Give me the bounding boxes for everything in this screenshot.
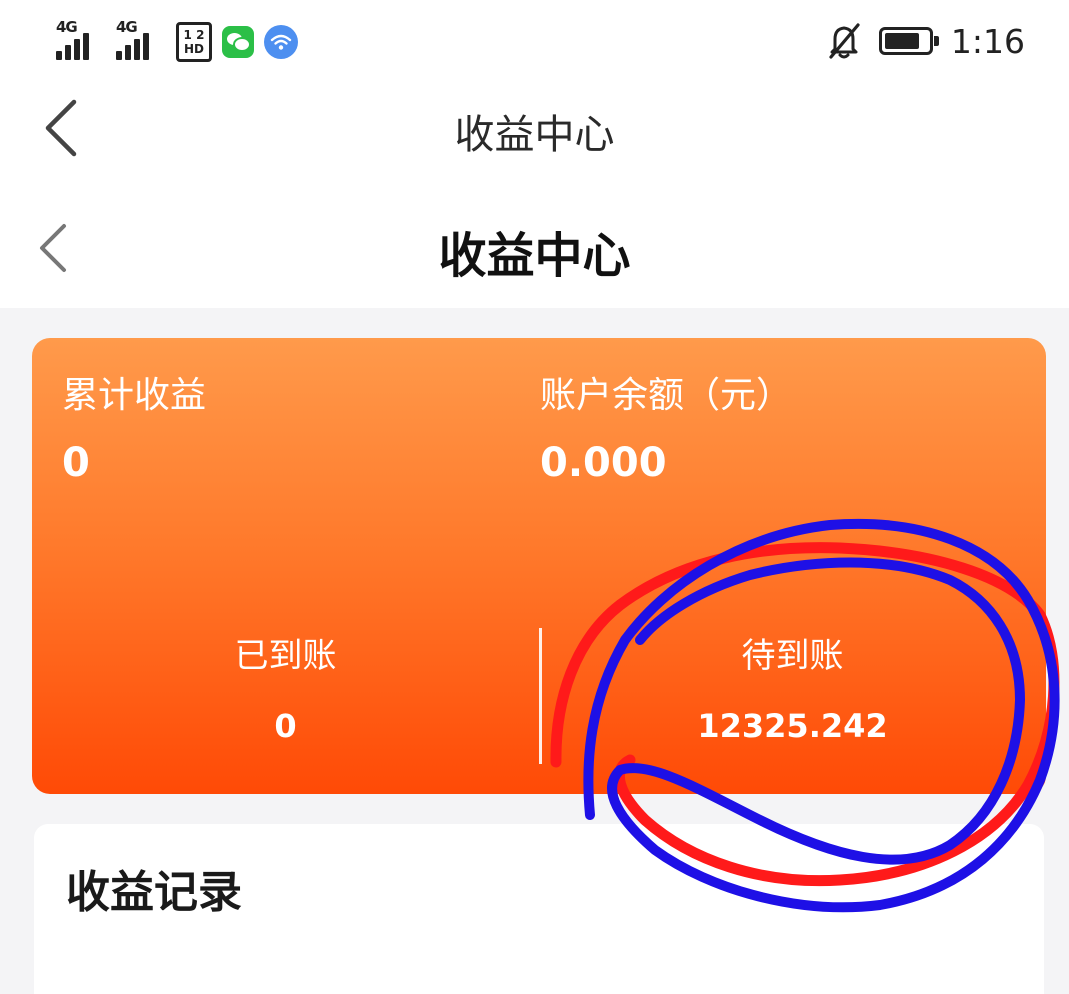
arrived-column[interactable]: 已到账 0 <box>32 628 539 745</box>
hd-icon-bottom: HD <box>183 42 204 56</box>
arrived-value: 0 <box>274 707 297 745</box>
earnings-card: 累计收益 0 账户余额（元） 0.000 已到账 0 待到账 12325.242 <box>32 338 1046 794</box>
records-title: 收益记录 <box>66 867 242 918</box>
pending-value: 12325.242 <box>697 707 888 745</box>
total-earnings-value: 0 <box>62 440 90 486</box>
total-earnings-label: 累计收益 <box>62 375 207 416</box>
signal-icon: 4G <box>56 18 106 62</box>
pending-column[interactable]: 待到账 12325.242 <box>539 628 1046 745</box>
signal-icon: 4G <box>116 18 166 62</box>
earnings-records-panel: 收益记录 <box>34 824 1044 994</box>
outer-page-title: 收益中心 <box>454 112 615 158</box>
page-title: 收益中心 <box>438 228 631 284</box>
status-right: 1:16 <box>827 18 1025 64</box>
status-left: 4G 4G 1 2 HD <box>56 16 298 62</box>
status-bar: 4G 4G 1 2 HD 1:16 <box>0 0 1069 84</box>
account-balance-label: 账户余额（元） <box>540 375 793 416</box>
hd-icon-top: 1 2 <box>183 28 205 42</box>
wechat-icon <box>222 26 254 58</box>
outer-nav-bar: 收益中心 <box>0 86 1069 170</box>
arrived-label: 已到账 <box>234 636 337 676</box>
status-time: 1:16 <box>950 21 1025 61</box>
hd-icon: 1 2 HD <box>176 22 212 62</box>
bell-off-icon <box>829 23 860 59</box>
inner-nav-bar: 收益中心 <box>0 200 1069 296</box>
pending-label: 待到账 <box>741 636 844 676</box>
battery-icon <box>878 27 939 55</box>
wifi-icon <box>264 25 298 59</box>
account-balance-value: 0.000 <box>540 440 667 486</box>
